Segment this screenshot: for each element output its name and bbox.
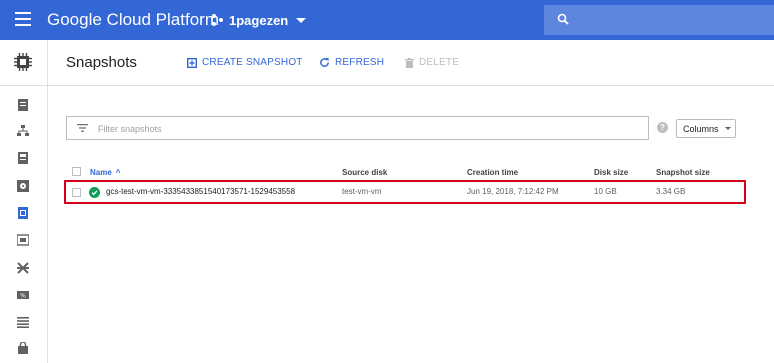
creation-time-cell: Jun 19, 2018, 7:12:42 PM [467,187,559,196]
product-chip-icon [14,53,32,71]
columns-label: Columns [683,123,719,134]
columns-dropdown[interactable]: Columns [676,119,736,138]
column-header-source-disk[interactable]: Source disk [342,168,387,177]
left-nav [0,40,48,363]
help-icon[interactable]: ? [657,122,668,133]
column-header-creation-time[interactable]: Creation time [467,168,518,177]
network-icon[interactable] [17,125,31,139]
images-icon[interactable] [17,234,31,248]
table-row[interactable]: gcs-test-vm-vm-3335433851540173571-15294… [66,183,746,203]
project-icon [212,14,224,26]
chevron-down-icon [724,127,731,130]
nav-product-header[interactable] [0,40,47,86]
add-box-icon [187,57,197,68]
refresh-label: REFRESH [335,57,385,68]
search-box[interactable] [544,5,774,35]
snapshot-size-cell: 3.34 GB [656,187,686,196]
filter-box[interactable] [66,116,649,140]
disk-size-cell: 10 GB [594,187,617,196]
svg-text:%: % [20,293,26,300]
page-header: Snapshots CREATE SNAPSHOT REFRESH DELETE [48,40,774,86]
row-checkbox[interactable] [72,188,81,197]
chevron-down-icon [296,17,307,23]
metadata-icon[interactable] [17,316,31,330]
top-bar: Google Cloud Platform 1pagezen [0,0,774,40]
refresh-button[interactable]: REFRESH [319,57,384,68]
project-selector[interactable]: 1pagezen [212,11,307,29]
filter-input[interactable] [98,121,638,136]
trash-icon [405,57,414,68]
refresh-icon [320,57,329,67]
committed-use-icon[interactable]: % [17,289,31,303]
column-header-name-label: Name [90,168,112,177]
delete-label: DELETE [419,57,460,68]
check-circle-icon [89,187,100,198]
snapshots-icon[interactable] [0,201,47,227]
snapshot-name-link[interactable]: gcs-test-vm-vm-3335433851540173571-15294… [106,187,295,196]
column-header-name[interactable]: Name ^ [90,168,120,177]
tpus-icon[interactable] [17,262,31,276]
search-icon [557,13,569,25]
menu-icon[interactable] [15,12,31,26]
column-header-disk-size[interactable]: Disk size [594,168,628,177]
create-snapshot-label: CREATE SNAPSHOT [202,57,303,68]
source-disk-cell[interactable]: test-vm-vm [342,187,382,196]
instance-templates-icon[interactable] [17,152,31,166]
select-all-checkbox[interactable] [72,167,81,176]
disks-icon[interactable] [17,180,31,194]
project-name: 1pagezen [229,12,289,28]
create-snapshot-button[interactable]: CREATE SNAPSHOT [187,57,303,68]
page-title: Snapshots [66,54,137,71]
table-header: Name ^ Source disk Creation time Disk si… [66,162,746,182]
app-title[interactable]: Google Cloud Platform [47,10,219,30]
delete-button[interactable]: DELETE [405,57,459,68]
sort-ascending-icon: ^ [115,168,121,177]
instance-groups-icon[interactable] [17,99,31,113]
filter-list-icon [77,124,88,132]
column-header-snapshot-size[interactable]: Snapshot size [656,168,710,177]
security-icon[interactable] [17,342,31,356]
